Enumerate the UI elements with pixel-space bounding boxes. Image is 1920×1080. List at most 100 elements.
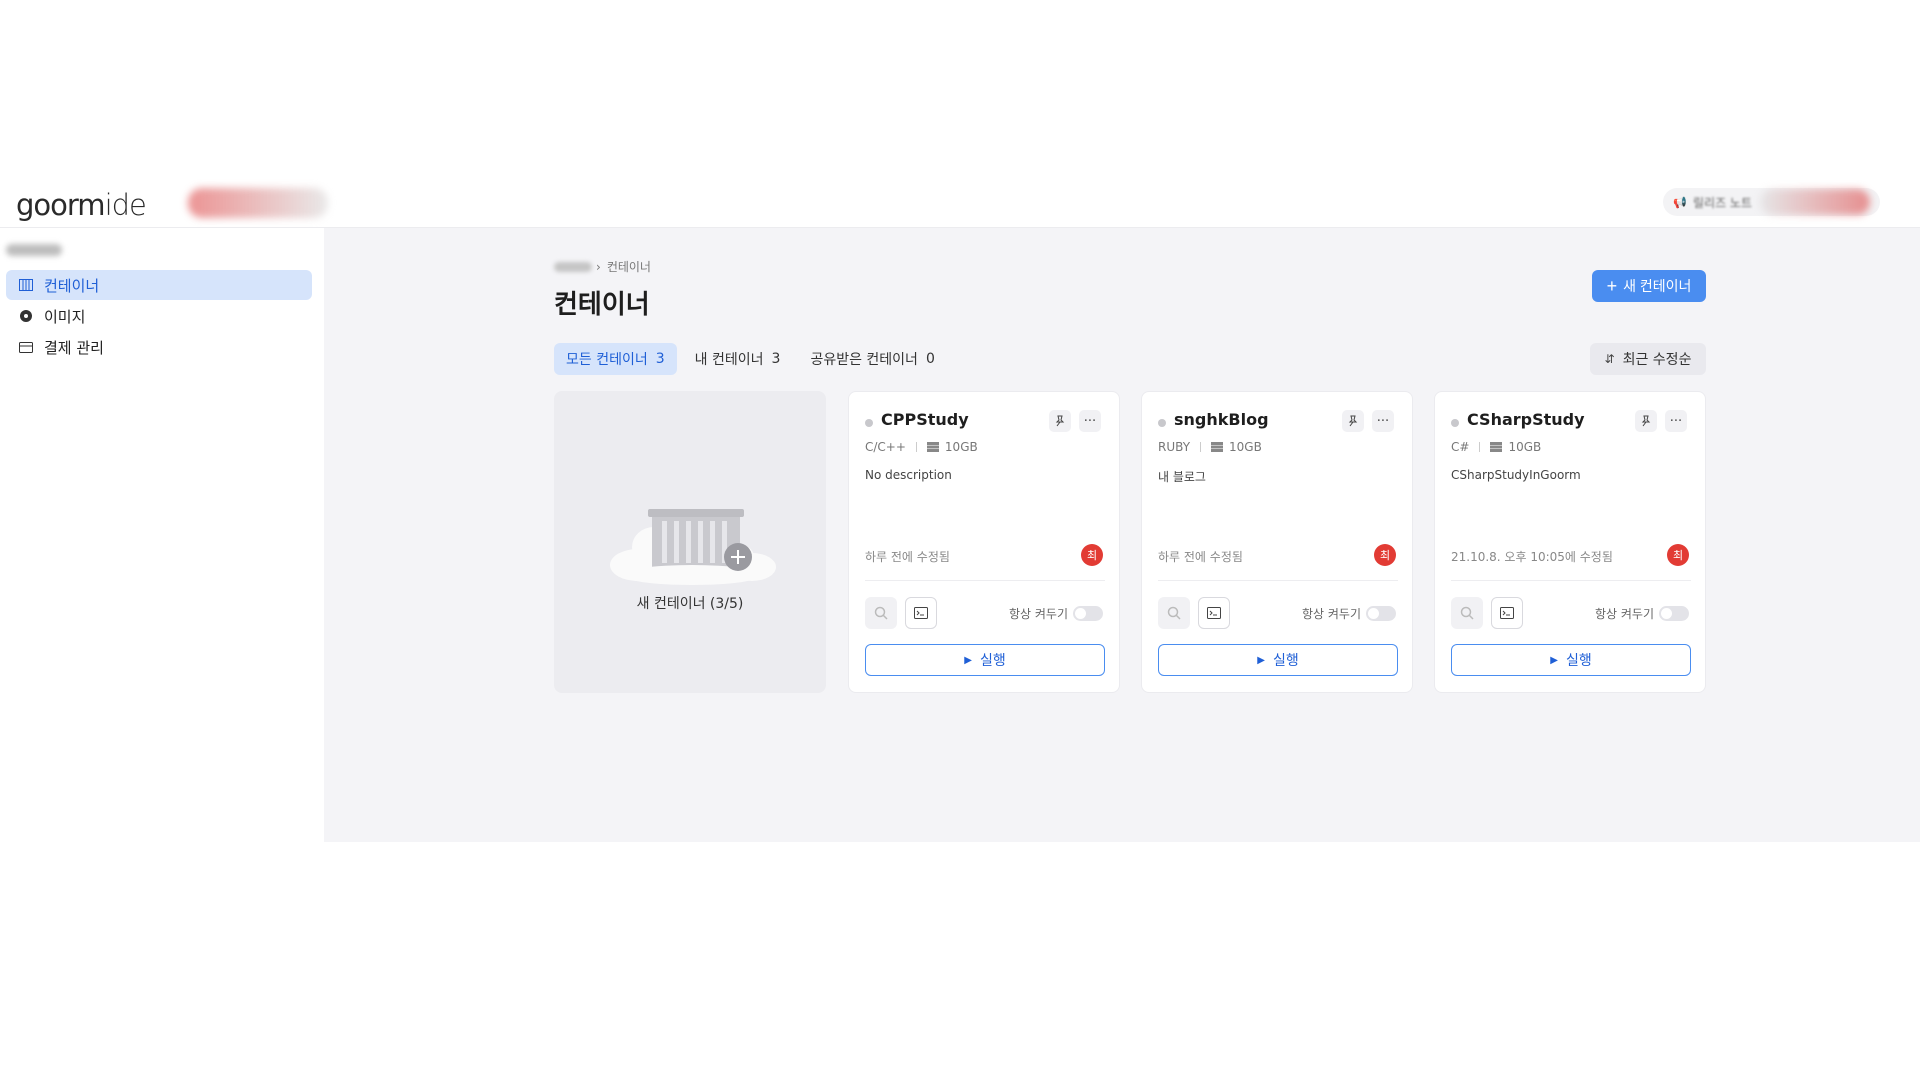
sort-label: 최근 수정순	[1622, 352, 1692, 368]
logo-text-main: goorm	[16, 188, 106, 222]
stack-label: C/C++	[865, 440, 906, 454]
link-search-icon	[874, 606, 888, 620]
sidebar-item-images[interactable]: 이미지	[6, 301, 312, 331]
toggle-knob	[1075, 608, 1086, 619]
tab-all-containers[interactable]: 모든 컨테이너 3	[554, 343, 677, 375]
main-content: › 컨테이너 컨테이너 + 새 컨테이너 모든 컨테이너 3 내 컨테이너 3 …	[324, 228, 1920, 842]
stack-label: C#	[1451, 440, 1470, 454]
top-header: goormide 📢 릴리즈 노트	[0, 180, 1920, 227]
more-options-button[interactable]: ···	[1372, 410, 1394, 432]
sort-arrows-icon: ⇵	[1604, 352, 1615, 366]
modified-time: 하루 전에 수정됨	[865, 550, 950, 564]
toggle-knob	[1368, 608, 1379, 619]
sidebar-item-label: 이미지	[44, 307, 86, 326]
tab-count: 3	[771, 351, 781, 367]
meta-separator	[915, 442, 917, 452]
image-icon	[18, 308, 34, 324]
release-notes-button[interactable]: 📢 릴리즈 노트	[1663, 188, 1880, 216]
new-container-button[interactable]: + 새 컨테이너	[1592, 270, 1706, 302]
sidebar-item-billing[interactable]: 결제 관리	[6, 332, 312, 362]
tab-shared-containers[interactable]: 공유받은 컨테이너 0	[798, 343, 946, 375]
run-label: 실행	[1272, 653, 1299, 669]
sort-dropdown[interactable]: ⇵ 최근 수정순	[1590, 343, 1706, 375]
megaphone-icon: 📢	[1673, 195, 1687, 209]
sidebar-item-label: 결제 관리	[44, 338, 104, 357]
tab-count: 0	[925, 351, 935, 367]
pin-button[interactable]	[1342, 410, 1364, 432]
terminal-button[interactable]	[1491, 597, 1523, 629]
breadcrumb-separator: ›	[596, 259, 601, 274]
container-meta: C/C++ 10GB	[865, 440, 978, 454]
blurred-org-name[interactable]	[188, 188, 328, 218]
breadcrumb: › 컨테이너	[554, 258, 651, 275]
storage-size: 10GB	[1508, 440, 1542, 454]
new-container-card[interactable]: 새 컨테이너 (3/5)	[554, 391, 826, 693]
run-button[interactable]: ▶ 실행	[1158, 644, 1398, 676]
run-button[interactable]: ▶ 실행	[865, 644, 1105, 676]
blurred-user-avatar[interactable]	[1760, 189, 1870, 215]
container-card-snghkblog[interactable]: snghkBlog ··· RUBY 10GB 내 블로그 하루 전에 수정됨 …	[1141, 391, 1413, 693]
share-url-button[interactable]	[865, 597, 897, 629]
more-options-button[interactable]: ···	[1079, 410, 1101, 432]
share-url-button[interactable]	[1158, 597, 1190, 629]
card-divider	[1451, 580, 1691, 581]
always-on-toggle[interactable]	[1659, 606, 1689, 621]
always-on-toggle[interactable]	[1366, 606, 1396, 621]
pin-button[interactable]	[1635, 410, 1657, 432]
logo-text-ide: ide	[104, 188, 147, 222]
tab-my-containers[interactable]: 내 컨테이너 3	[683, 343, 793, 375]
sidebar-item-containers[interactable]: 컨테이너	[6, 270, 312, 300]
link-search-icon	[1167, 606, 1181, 620]
owner-avatar[interactable]: 최	[1081, 544, 1103, 566]
new-container-card-label: 새 컨테이너 (3/5)	[636, 596, 744, 612]
stack-label: RUBY	[1158, 440, 1191, 454]
terminal-button[interactable]	[1198, 597, 1230, 629]
container-description: No description	[865, 468, 952, 482]
pin-button[interactable]	[1049, 410, 1071, 432]
page-title: 컨테이너	[554, 290, 650, 320]
container-card-csharpstudy[interactable]: CSharpStudy ··· C# 10GB CSharpStudyInGoo…	[1434, 391, 1706, 693]
terminal-icon	[1207, 607, 1221, 619]
container-name: snghkBlog	[1174, 410, 1269, 429]
goormide-logo[interactable]: goormide	[16, 188, 147, 222]
meta-separator	[1479, 442, 1481, 452]
storage-icon	[1490, 442, 1503, 452]
container-description: 내 블로그	[1158, 470, 1206, 484]
terminal-icon	[914, 607, 928, 619]
owner-avatar[interactable]: 최	[1667, 544, 1689, 566]
card-divider	[865, 580, 1105, 581]
container-description: CSharpStudyInGoorm	[1451, 468, 1581, 482]
play-icon: ▶	[964, 654, 972, 666]
always-on-label: 항상 켜두기	[1302, 607, 1362, 621]
ellipsis-icon: ···	[1669, 413, 1683, 429]
tab-label: 공유받은 컨테이너	[810, 352, 918, 368]
storage-icon	[1211, 442, 1224, 452]
run-label: 실행	[979, 653, 1006, 669]
container-card-cppstudy[interactable]: CPPStudy ··· C/C++ 10GB No description 하…	[848, 391, 1120, 693]
play-icon: ▶	[1550, 654, 1558, 666]
container-name: CPPStudy	[881, 410, 969, 429]
always-on-toggle[interactable]	[1073, 606, 1103, 621]
tab-label: 모든 컨테이너	[566, 352, 648, 368]
owner-avatar[interactable]: 최	[1374, 544, 1396, 566]
modified-time: 21.10.8. 오후 10:05에 수정됨	[1451, 550, 1613, 564]
container-name: CSharpStudy	[1467, 410, 1585, 429]
ellipsis-icon: ···	[1376, 413, 1390, 429]
blurred-breadcrumb-root[interactable]	[554, 261, 592, 272]
terminal-button[interactable]	[905, 597, 937, 629]
storage-size: 10GB	[1229, 440, 1262, 454]
pin-icon	[1055, 415, 1065, 427]
more-options-button[interactable]: ···	[1665, 410, 1687, 432]
tab-count: 3	[655, 351, 665, 367]
status-dot	[1451, 419, 1459, 427]
pin-icon	[1348, 415, 1358, 427]
toggle-knob	[1661, 608, 1672, 619]
container-cloud-illustration	[610, 509, 776, 585]
pin-icon	[1641, 415, 1651, 427]
share-url-button[interactable]	[1451, 597, 1483, 629]
run-label: 실행	[1565, 653, 1592, 669]
run-button[interactable]: ▶ 실행	[1451, 644, 1691, 676]
breadcrumb-current: 컨테이너	[606, 260, 651, 274]
container-meta: C# 10GB	[1451, 440, 1541, 454]
ellipsis-icon: ···	[1083, 413, 1097, 429]
